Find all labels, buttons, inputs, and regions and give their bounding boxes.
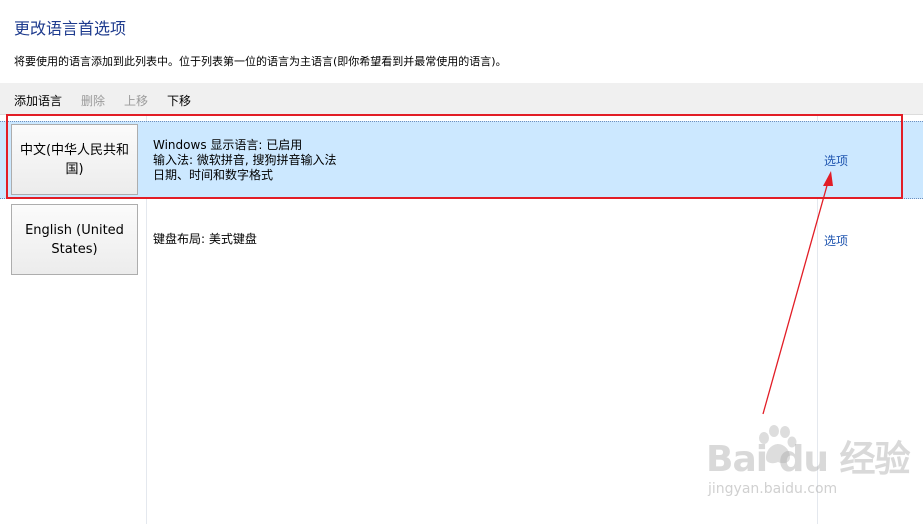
language-button-english[interactable]: English (United States) [11, 204, 138, 275]
language-details: 键盘布局: 美式键盘 [153, 232, 257, 247]
move-up-button[interactable]: 上移 [124, 92, 148, 109]
language-details: Windows 显示语言: 已启用 输入法: 微软拼音, 搜狗拼音输入法 日期、… [153, 138, 337, 183]
page-description: 将要使用的语言添加到此列表中。位于列表第一位的语言为主语言(即你希望看到并最常使… [14, 55, 507, 68]
language-row-chinese[interactable]: Windows 显示语言: 已启用 输入法: 微软拼音, 搜狗拼音输入法 日期、… [0, 121, 923, 199]
add-language-button[interactable]: 添加语言 [14, 92, 62, 109]
language-list: Windows 显示语言: 已启用 输入法: 微软拼音, 搜狗拼音输入法 日期、… [0, 116, 923, 524]
detail-line: Windows 显示语言: 已启用 [153, 138, 303, 152]
page-title: 更改语言首选项 [14, 19, 127, 38]
remove-button[interactable]: 删除 [81, 92, 105, 109]
move-down-button[interactable]: 下移 [167, 92, 191, 109]
detail-line: 日期、时间和数字格式 [153, 168, 274, 182]
toolbar: 添加语言 删除 上移 下移 [0, 83, 923, 115]
language-row-english[interactable]: 键盘布局: 美式键盘 选项 [0, 202, 923, 280]
detail-line: 输入法: 微软拼音, 搜狗拼音输入法 [153, 153, 337, 167]
options-link-english[interactable]: 选项 [824, 232, 848, 249]
language-button-chinese[interactable]: 中文(中华人民共和国) [11, 124, 138, 195]
detail-line: 键盘布局: 美式键盘 [153, 232, 257, 246]
options-link-chinese[interactable]: 选项 [824, 152, 848, 169]
